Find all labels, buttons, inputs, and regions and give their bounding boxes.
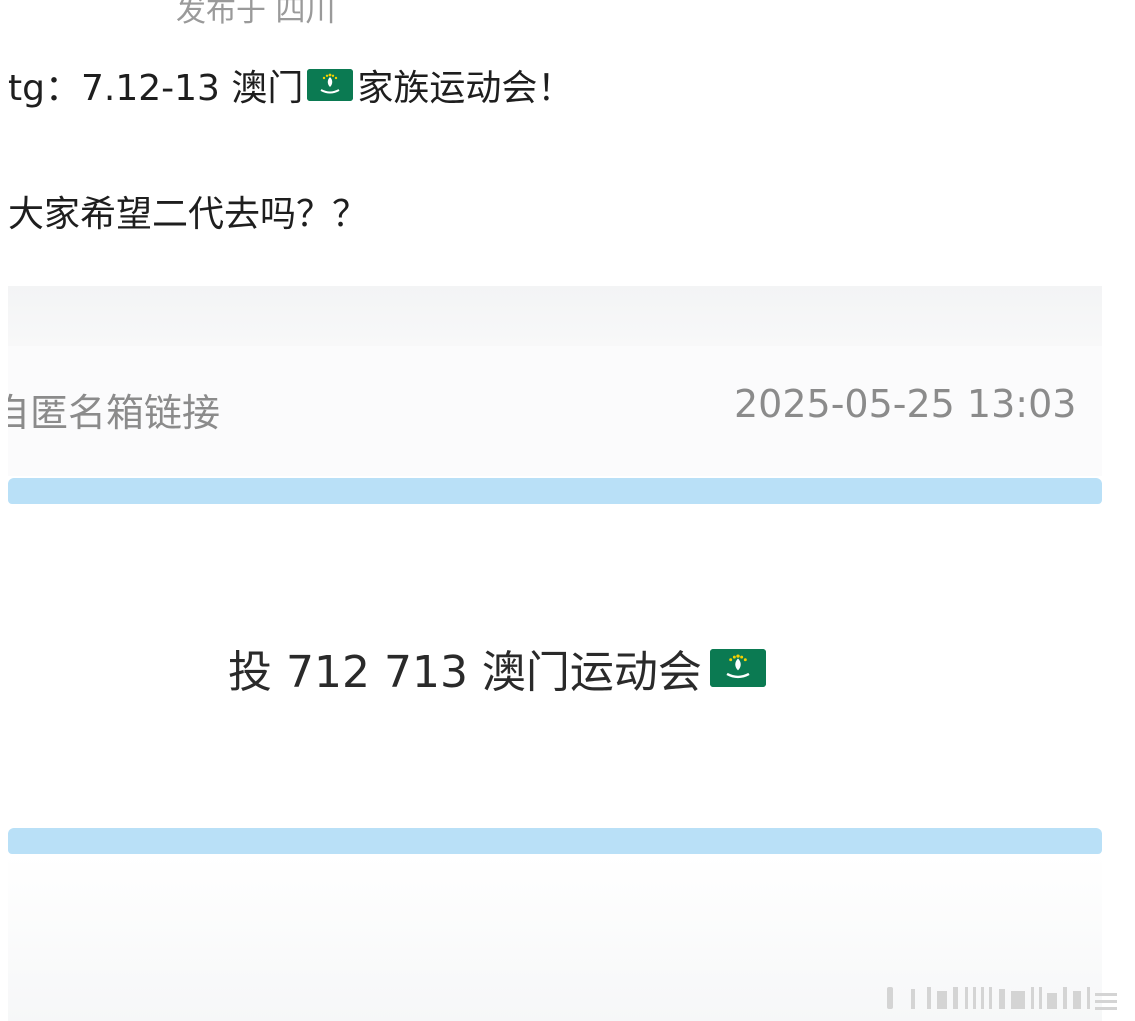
message-card: 投 712 713 澳门运动会	[8, 504, 1102, 828]
post-text-part-1: tg：7.12-13 澳门	[8, 68, 304, 109]
post-text-line-2: 大家希望二代去吗？？	[8, 194, 369, 235]
message-text: 投 712 713 澳门运动会	[228, 647, 702, 698]
message-top-bar	[8, 478, 1102, 504]
message-timestamp: 2025-05-25 13:03	[734, 382, 1077, 426]
post-location: 发布于 四川	[176, 0, 336, 29]
post-text-line-1: tg：7.12-13 澳门 家族运动会！	[8, 60, 573, 110]
message-meta-row: 自匿名箱链接 2025-05-25 13:03	[8, 346, 1102, 476]
weibo-watermark-icon	[877, 979, 1127, 1015]
message-content: 投 712 713 澳门运动会	[228, 636, 770, 700]
macau-flag-icon	[307, 69, 354, 101]
message-bottom-bar	[8, 828, 1102, 854]
message-source-label: 自匿名箱链接	[8, 391, 221, 435]
screenshot-top-band	[8, 286, 1102, 346]
macau-flag-icon	[709, 649, 766, 687]
embedded-screenshot: 自匿名箱链接 2025-05-25 13:03 投 712 713 澳门运动会	[8, 286, 1102, 1021]
post-text-part-2: 家族运动会！	[357, 68, 574, 109]
